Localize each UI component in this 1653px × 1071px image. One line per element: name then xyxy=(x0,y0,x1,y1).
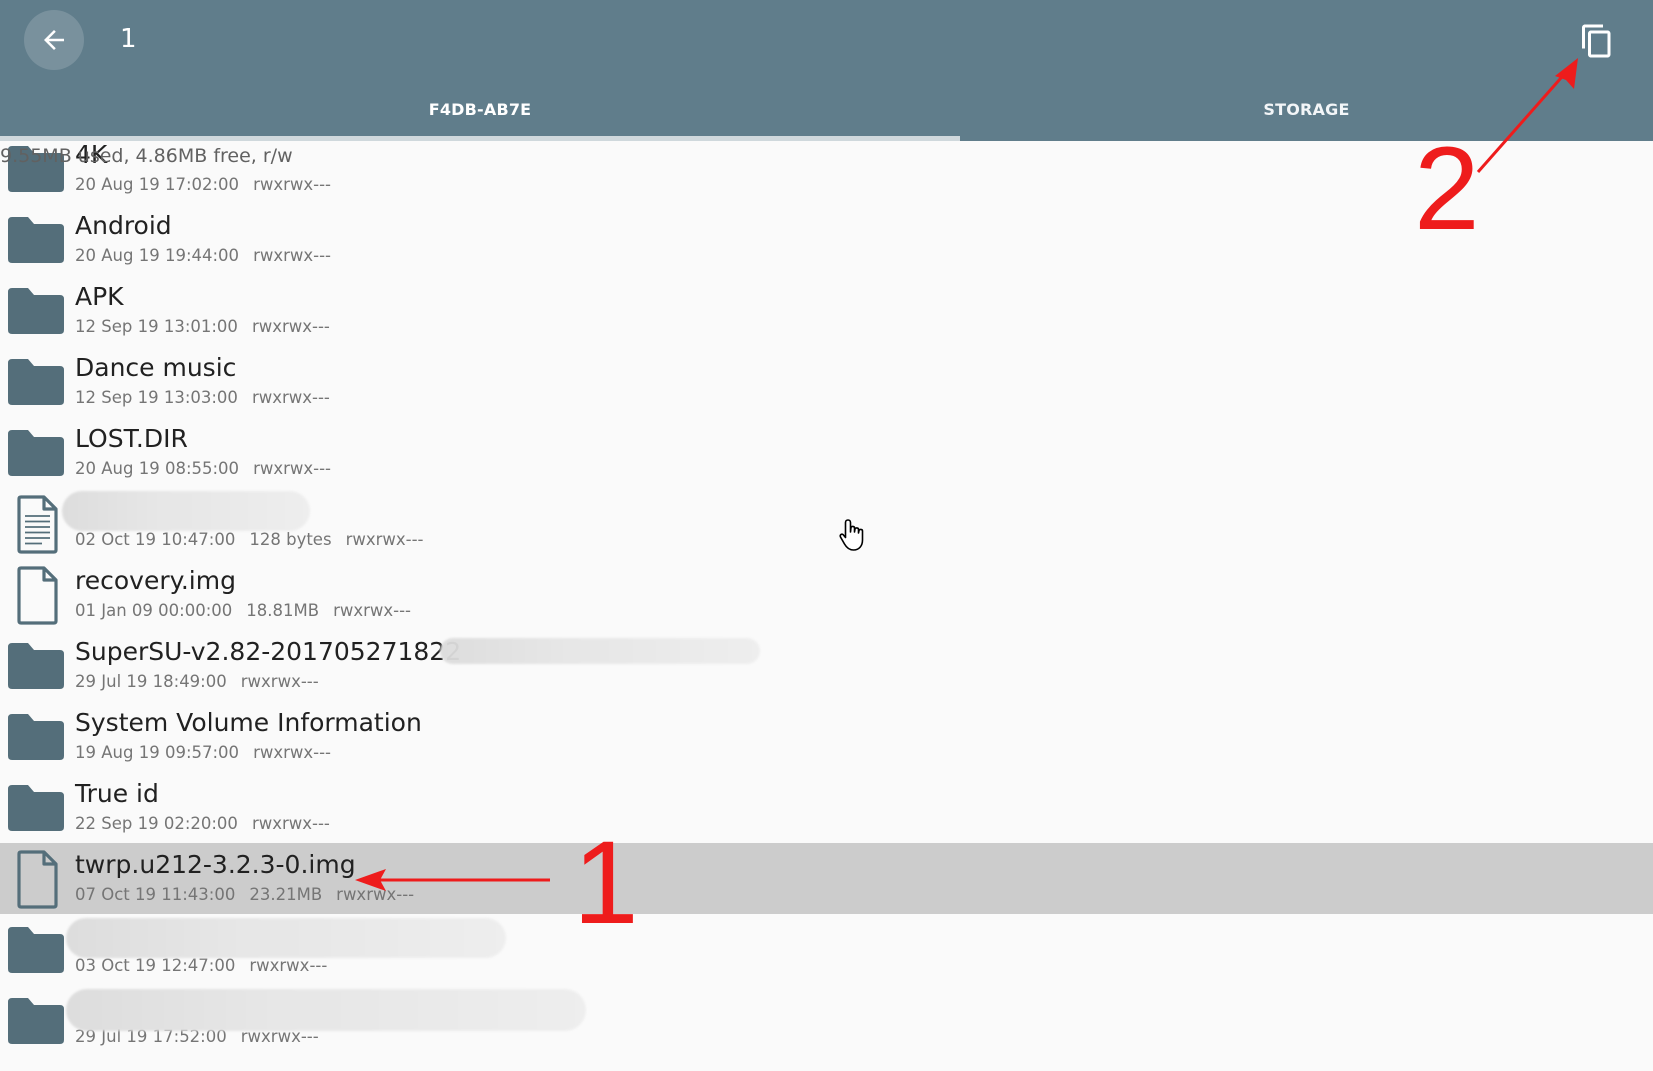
folder-icon xyxy=(8,785,64,831)
file-meta: 12 Sep 19 13:03:00 rwxrwx--- xyxy=(75,387,344,409)
file-name: True id xyxy=(75,779,159,808)
file-icon xyxy=(17,566,58,625)
file-name: recovery.img xyxy=(75,566,236,595)
file-date: 07 Oct 19 11:43:00 xyxy=(75,885,236,904)
file-name: SuperSU-v2.82-201705271822 xyxy=(75,637,462,666)
file-meta: 29 Jul 19 18:49:00 rwxrwx--- xyxy=(75,671,333,693)
folder-icon xyxy=(8,288,64,334)
file-date: 03 Oct 19 12:47:00 xyxy=(75,956,236,975)
file-date: 20 Aug 19 17:02:00 xyxy=(75,175,240,194)
file-permissions: rwxrwx--- xyxy=(345,530,424,549)
file-date: 20 Aug 19 08:55:00 xyxy=(75,459,240,478)
text-file-icon xyxy=(17,495,58,554)
file-meta: 20 Aug 19 17:02:00 rwxrwx--- xyxy=(75,174,345,196)
annotation-step-2: 2 xyxy=(1414,123,1480,255)
list-item[interactable]: Android 20 Aug 19 19:44:00 rwxrwx--- xyxy=(0,204,1653,275)
file-permissions: rwxrwx--- xyxy=(251,388,330,407)
tab-f4db-ab7e[interactable]: F4DB-AB7E xyxy=(0,92,960,126)
file-permissions: rwxrwx--- xyxy=(336,885,415,904)
file-name: LOST.DIR xyxy=(75,424,188,453)
file-icon xyxy=(17,850,58,909)
file-permissions: rwxrwx--- xyxy=(249,956,328,975)
folder-icon xyxy=(8,217,64,263)
file-name: Android xyxy=(75,211,172,240)
file-meta: 20 Aug 19 08:55:00 rwxrwx--- xyxy=(75,458,345,480)
file-date: 19 Aug 19 09:57:00 xyxy=(75,743,240,762)
list-item[interactable]: True id 22 Sep 19 02:20:00 rwxrwx--- xyxy=(0,772,1653,843)
file-permissions: rwxrwx--- xyxy=(333,601,412,620)
list-item[interactable]: recovery.img 01 Jan 09 00:00:00 18.81MB rwx… xyxy=(0,559,1653,630)
list-item[interactable]: Dance music 12 Sep 19 13:03:00 rwxrwx--- xyxy=(0,346,1653,417)
file-meta: 12 Sep 19 13:01:00 rwxrwx--- xyxy=(75,316,344,338)
file-date: 01 Jan 09 00:00:00 xyxy=(75,601,233,620)
list-item[interactable]: 29 Jul 19 17:52:00 rwxrwx--- xyxy=(0,985,1653,1056)
copy-icon xyxy=(1582,24,1611,58)
file-permissions: rwxrwx--- xyxy=(240,672,319,691)
page-title: 1 xyxy=(120,24,137,54)
file-list: 4K 20 Aug 19 17:02:00 rwxrwx--- Android 20 A… xyxy=(0,141,1653,1071)
list-item[interactable]: 02 Oct 19 10:47:00 128 bytes rwxrwx--- xyxy=(0,488,1653,559)
file-date: 20 Aug 19 19:44:00 xyxy=(75,246,240,265)
list-item[interactable]: System Volume Information 19 Aug 19 09:57… xyxy=(0,701,1653,772)
annotation-step-1: 1 xyxy=(573,817,639,949)
file-permissions: rwxrwx--- xyxy=(253,743,332,762)
file-permissions: rwxrwx--- xyxy=(253,175,332,194)
file-meta: 19 Aug 19 09:57:00 rwxrwx--- xyxy=(75,742,345,764)
file-meta: 01 Jan 09 00:00:00 18.81MB rwxrwx--- xyxy=(75,600,425,622)
file-size: 128 bytes xyxy=(249,530,332,549)
file-meta: 07 Oct 19 11:43:00 23.21MB rwxrwx--- xyxy=(75,884,428,906)
folder-icon xyxy=(8,714,64,760)
list-item[interactable]: twrp.u212-3.2.3-0.img 07 Oct 19 11:43:00 2… xyxy=(0,843,1653,914)
redaction-blur xyxy=(66,989,586,1031)
folder-icon xyxy=(8,359,64,405)
back-button[interactable] xyxy=(24,10,84,70)
folder-icon xyxy=(8,998,64,1044)
file-permissions: rwxrwx--- xyxy=(251,317,330,336)
storage-info: 9.55MB used, 4.86MB free, r/w xyxy=(0,145,293,167)
file-name: APK xyxy=(75,282,124,311)
file-name: System Volume Information xyxy=(75,708,422,737)
file-permissions: rwxrwx--- xyxy=(251,814,330,833)
file-meta: 20 Aug 19 19:44:00 rwxrwx--- xyxy=(75,245,345,267)
file-date: 02 Oct 19 10:47:00 xyxy=(75,530,236,549)
file-name: Dance music xyxy=(75,353,237,382)
file-size: 23.21MB xyxy=(249,885,323,904)
file-date: 22 Sep 19 02:20:00 xyxy=(75,814,238,833)
file-meta: 22 Sep 19 02:20:00 rwxrwx--- xyxy=(75,813,344,835)
arrow-back-icon xyxy=(44,30,64,50)
file-meta: 02 Oct 19 10:47:00 128 bytes rwxrwx--- xyxy=(75,529,438,551)
list-item[interactable]: APK 12 Sep 19 13:01:00 rwxrwx--- xyxy=(0,275,1653,346)
file-date: 12 Sep 19 13:03:00 xyxy=(75,388,238,407)
redaction-blur xyxy=(62,491,310,531)
list-item[interactable]: SuperSU-v2.82-201705271822 29 Jul 19 18:4… xyxy=(0,630,1653,701)
redaction-blur xyxy=(440,638,760,664)
copy-button[interactable] xyxy=(1572,18,1622,64)
file-name: twrp.u212-3.2.3-0.img xyxy=(75,850,356,879)
list-item[interactable]: LOST.DIR 20 Aug 19 08:55:00 rwxrwx--- xyxy=(0,417,1653,488)
folder-icon xyxy=(8,643,64,689)
list-item[interactable]: 03 Oct 19 12:47:00 rwxrwx--- xyxy=(0,914,1653,985)
file-permissions: rwxrwx--- xyxy=(253,246,332,265)
file-permissions: rwxrwx--- xyxy=(253,459,332,478)
folder-icon xyxy=(8,927,64,973)
redaction-blur xyxy=(66,918,506,958)
file-date: 29 Jul 19 18:49:00 xyxy=(75,672,227,691)
folder-icon xyxy=(8,430,64,476)
file-date: 12 Sep 19 13:01:00 xyxy=(75,317,238,336)
tab-storage[interactable]: STORAGE xyxy=(960,92,1653,126)
file-meta: 03 Oct 19 12:47:00 rwxrwx--- xyxy=(75,955,341,977)
app-bar: 1 F4DB-AB7E STORAGE xyxy=(0,0,1653,141)
file-size: 18.81MB xyxy=(246,601,320,620)
hand-cursor-icon xyxy=(839,519,864,551)
